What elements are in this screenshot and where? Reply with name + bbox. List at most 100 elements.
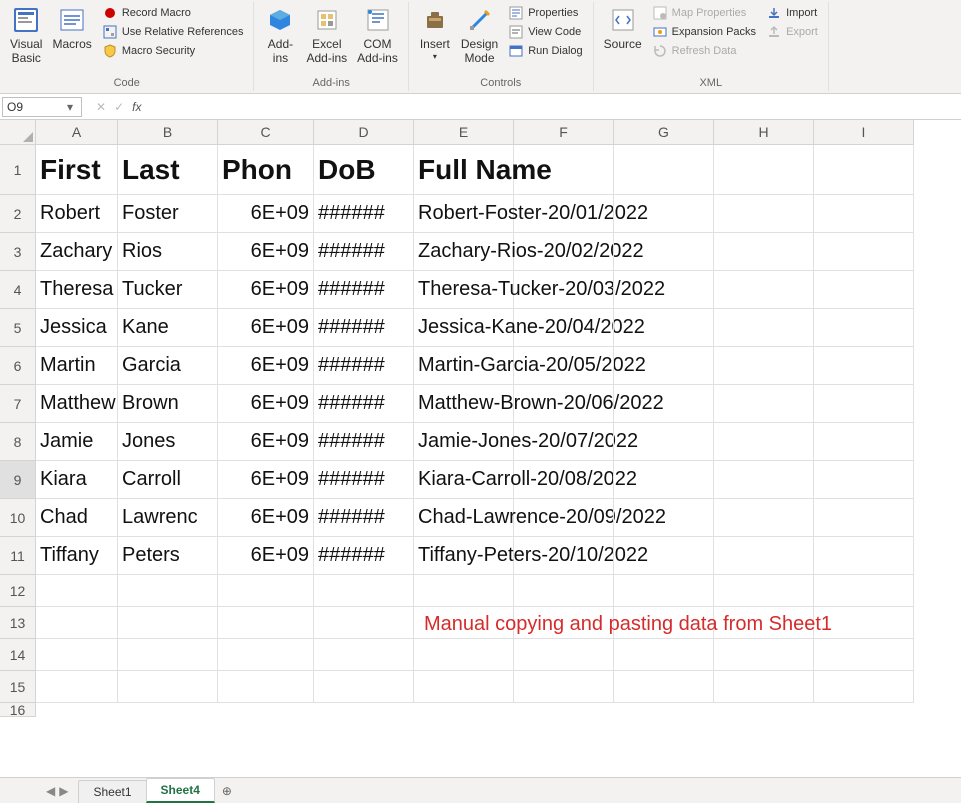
cell-C13[interactable] — [218, 607, 314, 639]
addins-button[interactable]: Add- ins — [260, 2, 300, 68]
column-header-I[interactable]: I — [814, 120, 914, 145]
row-header-12[interactable]: 12 — [0, 575, 36, 607]
cell-I15[interactable] — [814, 671, 914, 703]
cell-A7[interactable]: Matthew — [36, 385, 118, 423]
cell-F4[interactable] — [514, 271, 614, 309]
cell-E11[interactable]: Tiffany-Peters-20/10/2022 — [414, 537, 514, 575]
cell-I3[interactable] — [814, 233, 914, 271]
cell-B4[interactable]: Tucker — [118, 271, 218, 309]
cell-C8[interactable]: 6E+09 — [218, 423, 314, 461]
cell-D5[interactable]: ###### — [314, 309, 414, 347]
cell-G12[interactable] — [614, 575, 714, 607]
cell-G6[interactable] — [614, 347, 714, 385]
cell-G11[interactable] — [614, 537, 714, 575]
cell-B2[interactable]: Foster — [118, 195, 218, 233]
cell-A2[interactable]: Robert — [36, 195, 118, 233]
cell-A13[interactable] — [36, 607, 118, 639]
cell-I9[interactable] — [814, 461, 914, 499]
cell-A15[interactable] — [36, 671, 118, 703]
column-header-F[interactable]: F — [514, 120, 614, 145]
cell-H10[interactable] — [714, 499, 814, 537]
cell-I11[interactable] — [814, 537, 914, 575]
cell-A10[interactable]: Chad — [36, 499, 118, 537]
cell-C10[interactable]: 6E+09 — [218, 499, 314, 537]
cell-B13[interactable] — [118, 607, 218, 639]
cell-C15[interactable] — [218, 671, 314, 703]
cell-D15[interactable] — [314, 671, 414, 703]
row-header-14[interactable]: 14 — [0, 639, 36, 671]
column-header-A[interactable]: A — [36, 120, 118, 145]
cell-B8[interactable]: Jones — [118, 423, 218, 461]
cell-E14[interactable] — [414, 639, 514, 671]
next-sheet-icon[interactable]: ▶ — [59, 784, 68, 798]
cell-D7[interactable]: ###### — [314, 385, 414, 423]
expansion-button[interactable]: Expansion Packs — [648, 23, 760, 41]
cell-G9[interactable] — [614, 461, 714, 499]
row-header-13[interactable]: 13 — [0, 607, 36, 639]
cell-D10[interactable]: ###### — [314, 499, 414, 537]
cell-C3[interactable]: 6E+09 — [218, 233, 314, 271]
cell-D4[interactable]: ###### — [314, 271, 414, 309]
cell-H3[interactable] — [714, 233, 814, 271]
cell-H14[interactable] — [714, 639, 814, 671]
cell-C9[interactable]: 6E+09 — [218, 461, 314, 499]
name-box[interactable]: O9 ▾ — [2, 97, 82, 117]
import-button[interactable]: Import — [762, 4, 822, 22]
cell-B5[interactable]: Kane — [118, 309, 218, 347]
cell-F15[interactable] — [514, 671, 614, 703]
cell-B3[interactable]: Rios — [118, 233, 218, 271]
cell-G1[interactable] — [614, 145, 714, 195]
cell-F3[interactable] — [514, 233, 614, 271]
cell-E1[interactable]: Full Name — [414, 145, 514, 195]
record-macro-button[interactable]: Record Macro — [98, 4, 248, 22]
cell-C1[interactable]: Phon — [218, 145, 314, 195]
cell-I10[interactable] — [814, 499, 914, 537]
cell-C11[interactable]: 6E+09 — [218, 537, 314, 575]
cell-C4[interactable]: 6E+09 — [218, 271, 314, 309]
cell-I7[interactable] — [814, 385, 914, 423]
com-addins-button[interactable]: COM Add-ins — [353, 2, 402, 68]
excel-addins-button[interactable]: Excel Add-ins — [302, 2, 351, 68]
cell-B14[interactable] — [118, 639, 218, 671]
cell-H8[interactable] — [714, 423, 814, 461]
view-code-button[interactable]: View Code — [504, 23, 586, 41]
properties-button[interactable]: Properties — [504, 4, 586, 22]
cell-E12[interactable] — [414, 575, 514, 607]
cell-I2[interactable] — [814, 195, 914, 233]
cell-B11[interactable]: Peters — [118, 537, 218, 575]
cell-C2[interactable]: 6E+09 — [218, 195, 314, 233]
row-header-16[interactable]: 16 — [0, 703, 36, 717]
cell-I12[interactable] — [814, 575, 914, 607]
cell-D12[interactable] — [314, 575, 414, 607]
cell-H12[interactable] — [714, 575, 814, 607]
cell-E9[interactable]: Kiara-Carroll-20/08/2022 — [414, 461, 514, 499]
cell-B15[interactable] — [118, 671, 218, 703]
row-header-5[interactable]: 5 — [0, 309, 36, 347]
cell-D3[interactable]: ###### — [314, 233, 414, 271]
design-mode-button[interactable]: Design Mode — [457, 2, 502, 68]
cell-E15[interactable] — [414, 671, 514, 703]
cell-D14[interactable] — [314, 639, 414, 671]
cell-G4[interactable] — [614, 271, 714, 309]
cell-D2[interactable]: ###### — [314, 195, 414, 233]
cell-G15[interactable] — [614, 671, 714, 703]
cell-A8[interactable]: Jamie — [36, 423, 118, 461]
cell-B6[interactable]: Garcia — [118, 347, 218, 385]
cell-E7[interactable]: Matthew-Brown-20/06/2022 — [414, 385, 514, 423]
cell-A5[interactable]: Jessica — [36, 309, 118, 347]
cell-A14[interactable] — [36, 639, 118, 671]
row-header-4[interactable]: 4 — [0, 271, 36, 309]
insert-button[interactable]: Insert▾ — [415, 2, 455, 63]
run-dialog-button[interactable]: Run Dialog — [504, 42, 586, 60]
cell-B12[interactable] — [118, 575, 218, 607]
cell-A11[interactable]: Tiffany — [36, 537, 118, 575]
cell-A6[interactable]: Martin — [36, 347, 118, 385]
source-button[interactable]: Source — [600, 2, 646, 54]
cell-G2[interactable] — [614, 195, 714, 233]
row-header-8[interactable]: 8 — [0, 423, 36, 461]
cell-C12[interactable] — [218, 575, 314, 607]
macro-security-button[interactable]: Macro Security — [98, 42, 248, 60]
row-header-2[interactable]: 2 — [0, 195, 36, 233]
select-all-button[interactable] — [0, 120, 36, 145]
new-sheet-button[interactable]: ⊕ — [214, 778, 240, 803]
